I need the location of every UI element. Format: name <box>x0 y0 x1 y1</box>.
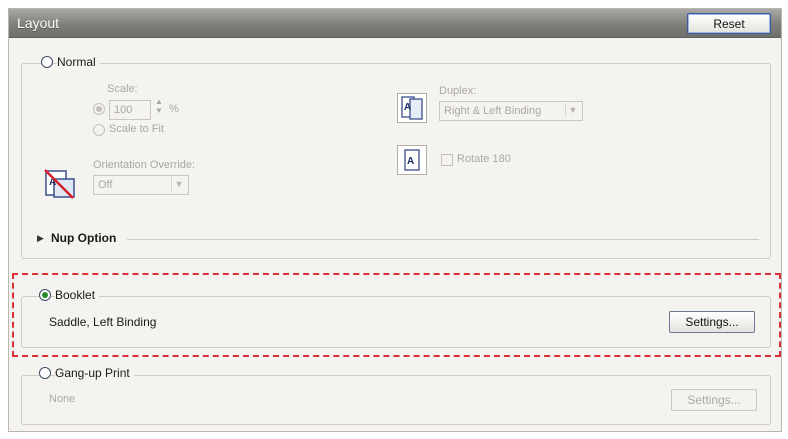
title-bar: Layout Reset <box>9 9 781 38</box>
svg-text:A: A <box>404 102 411 113</box>
nup-divider <box>127 239 759 240</box>
duplex-icon: A <box>397 93 427 123</box>
booklet-label: Booklet <box>55 288 100 302</box>
gangup-radio[interactable] <box>39 367 51 379</box>
scale-stepper-icon[interactable]: ▲ ▼ <box>155 97 163 115</box>
svg-text:A: A <box>407 156 414 167</box>
layout-panel: Layout Reset Normal Scale: 100 ▲ ▼ % Scal… <box>8 8 782 432</box>
orientation-label: Orientation Override: <box>93 159 196 171</box>
duplex-select[interactable]: Right & Left Binding <box>439 101 583 121</box>
scale-input[interactable]: 100 <box>109 100 151 120</box>
gangup-value-text: None <box>49 393 76 405</box>
rotate-icon: A <box>397 145 427 175</box>
booklet-binding-text: Saddle, Left Binding <box>49 315 157 329</box>
scale-to-fit-label: Scale to Fit <box>109 123 165 135</box>
gangup-label: Gang-up Print <box>55 366 134 380</box>
nup-option-label[interactable]: Nup Option <box>51 231 116 245</box>
normal-label: Normal <box>57 55 100 69</box>
panel-title: Layout <box>17 15 60 31</box>
scale-unit: % <box>169 103 179 115</box>
nup-expand-icon[interactable]: ▶ <box>37 233 44 244</box>
reset-button[interactable]: Reset <box>687 13 771 34</box>
scale-to-fit-radio[interactable] <box>93 124 105 136</box>
scale-label: Scale: <box>107 83 138 95</box>
orientation-override-icon: A <box>43 167 75 199</box>
duplex-chevron-down-icon: ▼ <box>565 103 580 117</box>
booklet-radio[interactable] <box>39 289 51 301</box>
booklet-settings-button[interactable]: Settings... <box>669 311 755 333</box>
orientation-chevron-down-icon: ▼ <box>171 177 186 191</box>
normal-radio[interactable] <box>41 56 53 68</box>
scale-radio[interactable] <box>93 103 105 115</box>
gangup-settings-button[interactable]: Settings... <box>671 389 757 411</box>
rotate-checkbox[interactable] <box>441 154 453 166</box>
rotate-label: Rotate 180 <box>457 153 511 165</box>
gangup-group <box>21 375 771 425</box>
duplex-label: Duplex: <box>439 85 477 97</box>
